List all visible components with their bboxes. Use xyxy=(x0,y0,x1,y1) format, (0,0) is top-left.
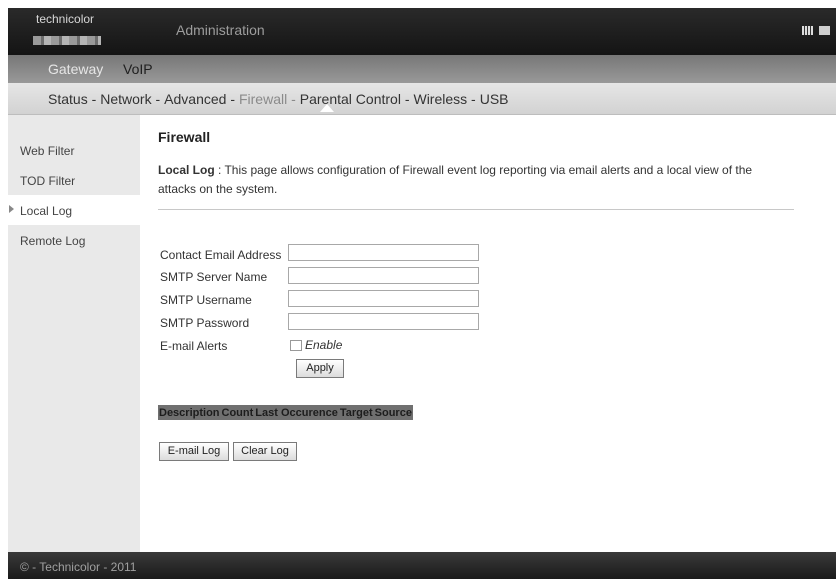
copyright-text: © - Technicolor - 2011 xyxy=(20,560,137,574)
chevron-right-icon xyxy=(9,205,14,213)
header-bar: technicolor Administration xyxy=(8,8,836,55)
footer: © - Technicolor - 2011 xyxy=(8,552,836,579)
logo-text: technicolor xyxy=(36,12,95,26)
column-header-count: Count xyxy=(220,405,255,420)
nav-wireless[interactable]: Wireless - xyxy=(413,91,475,107)
sidebar-item-web-filter[interactable]: Web Filter xyxy=(8,135,140,165)
section-bar: Gateway VoIP xyxy=(8,55,836,83)
enable-label: Enable xyxy=(305,338,343,352)
smtp-username-field[interactable] xyxy=(288,290,479,307)
sidebar-item-tod-filter[interactable]: TOD Filter xyxy=(8,165,140,195)
language-selector xyxy=(802,26,830,35)
contact-email-label: Contact Email Address xyxy=(160,248,282,262)
logo-graphic xyxy=(33,36,101,45)
sidebar: Web Filter TOD Filter Local Log Remote L… xyxy=(8,115,140,552)
flag-icon[interactable] xyxy=(819,26,830,35)
apply-button[interactable]: Apply xyxy=(296,359,344,378)
column-header-last-occurence: Last Occurence xyxy=(254,405,339,420)
nav-parental-control[interactable]: Parental Control - xyxy=(300,91,410,107)
divider xyxy=(158,209,794,210)
sidebar-item-remote-log[interactable]: Remote Log xyxy=(8,225,140,255)
nav-status[interactable]: Status - xyxy=(48,91,96,107)
selected-tab-indicator xyxy=(320,104,334,112)
tab-voip[interactable]: VoIP xyxy=(123,61,153,77)
sidebar-item-label: Web Filter xyxy=(20,144,75,158)
email-alerts-label: E-mail Alerts xyxy=(160,339,228,353)
description-label: Local Log xyxy=(158,163,215,177)
smtp-username-label: SMTP Username xyxy=(160,293,252,307)
nav-network[interactable]: Network - xyxy=(100,91,160,107)
page-description: Local Log : This page allows configurati… xyxy=(158,161,788,199)
column-header-target: Target xyxy=(338,405,374,420)
page-header-title: Administration xyxy=(176,22,265,38)
nav-usb[interactable]: USB xyxy=(480,91,509,107)
flag-icon[interactable] xyxy=(802,26,813,35)
email-log-button[interactable]: E-mail Log xyxy=(159,442,229,461)
nav-advanced[interactable]: Advanced - xyxy=(164,91,235,107)
contact-email-field[interactable] xyxy=(288,244,479,261)
sidebar-item-local-log[interactable]: Local Log xyxy=(8,195,140,225)
local-log-table: Description Count Last Occurence Target … xyxy=(158,405,413,420)
email-alerts-checkbox[interactable] xyxy=(290,340,302,351)
sidebar-item-label: TOD Filter xyxy=(20,174,76,188)
clear-log-button[interactable]: Clear Log xyxy=(233,442,297,461)
column-header-description: Description xyxy=(158,405,221,420)
main-nav: Status - Network - Advanced - Firewall -… xyxy=(8,83,836,115)
smtp-server-field[interactable] xyxy=(288,267,479,284)
technicolor-logo[interactable]: technicolor xyxy=(16,8,126,55)
smtp-password-label: SMTP Password xyxy=(160,316,250,330)
page-title: Firewall xyxy=(158,129,211,145)
nav-firewall[interactable]: Firewall - xyxy=(239,91,296,107)
sidebar-item-label: Local Log xyxy=(20,204,73,218)
description-text: : This page allows configuration of Fire… xyxy=(158,163,753,196)
column-header-source: Source xyxy=(373,405,413,420)
tab-gateway[interactable]: Gateway xyxy=(48,61,103,77)
smtp-password-field[interactable] xyxy=(288,313,479,330)
smtp-server-label: SMTP Server Name xyxy=(160,270,268,284)
sidebar-item-label: Remote Log xyxy=(20,234,86,248)
